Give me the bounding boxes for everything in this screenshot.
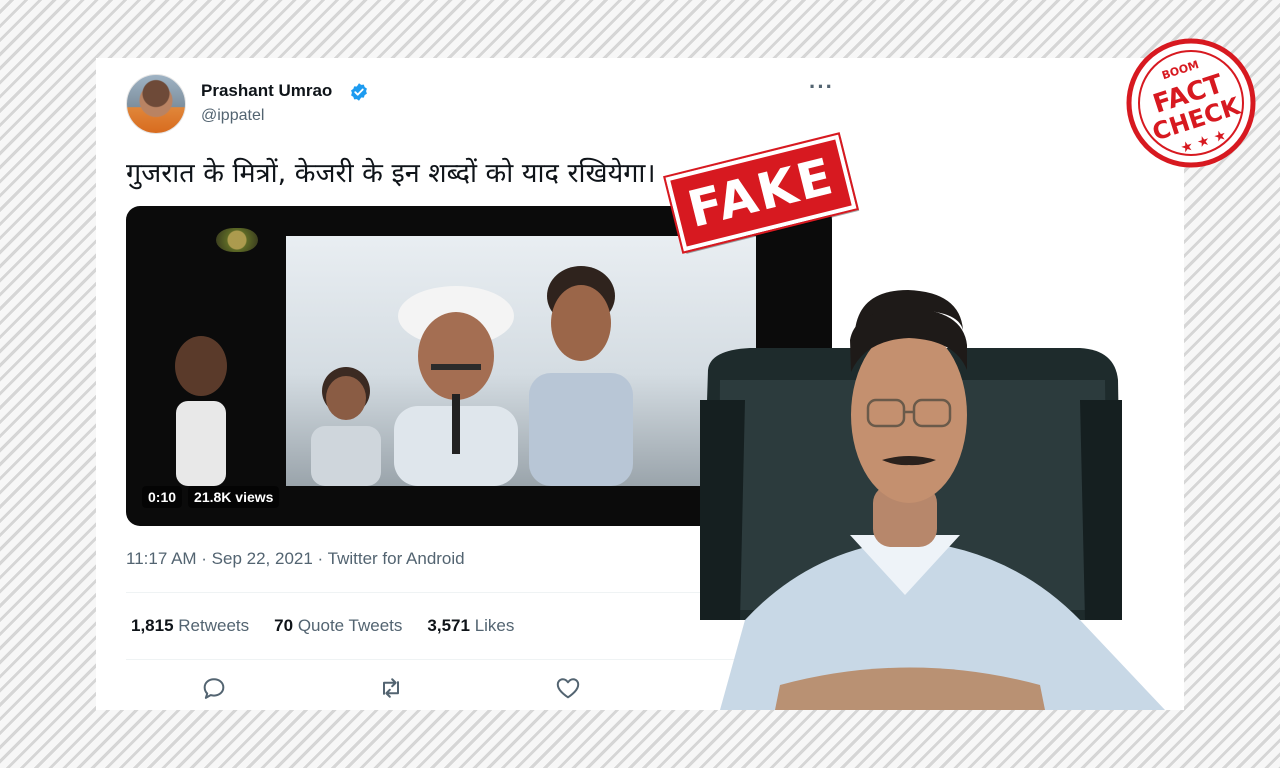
more-options-icon[interactable]: ··· [809, 76, 833, 104]
likes-label: Likes [474, 616, 515, 635]
video-views: 21.8K views [188, 486, 280, 508]
retweets-label: Retweets [178, 616, 250, 635]
video-meta: 0:10 21.8K views [142, 486, 280, 508]
reply-icon[interactable] [200, 674, 228, 702]
author-name[interactable]: Prashant Umrao [201, 81, 332, 101]
politician-photo [700, 290, 1165, 710]
retweet-icon[interactable] [377, 674, 405, 702]
likes-stat[interactable]: 3,571 Likes [427, 616, 514, 636]
retweets-stat[interactable]: 1,815 Retweets [131, 616, 249, 636]
channel-logo [216, 228, 258, 252]
quotes-stat[interactable]: 70 Quote Tweets [274, 616, 402, 636]
avatar[interactable] [126, 74, 186, 134]
video-duration: 0:10 [142, 486, 183, 508]
author-handle[interactable]: @ippatel [201, 107, 264, 125]
video-person-background [311, 367, 381, 486]
video-person-speaker [394, 286, 518, 486]
retweets-count: 1,815 [131, 616, 174, 635]
tweet-text: गुजरात के मित्रों, केजरी के इन शब्दों को… [126, 158, 656, 189]
likes-count: 3,571 [427, 616, 470, 635]
tweet-stats: 1,815 Retweets 70 Quote Tweets 3,571 Lik… [131, 616, 514, 636]
video-person-left [175, 336, 227, 486]
quotes-count: 70 [274, 616, 294, 635]
fact-check-badge: BOOM FACT CHECK ★ ★ ★ [1126, 38, 1256, 168]
like-icon[interactable] [554, 674, 582, 702]
video-person-standing [529, 266, 633, 486]
verified-badge-icon [351, 83, 367, 101]
tweet-timestamp[interactable]: 11:17 AM · Sep 22, 2021 · Twitter for An… [126, 549, 465, 569]
quotes-label: Quote Tweets [297, 616, 403, 635]
